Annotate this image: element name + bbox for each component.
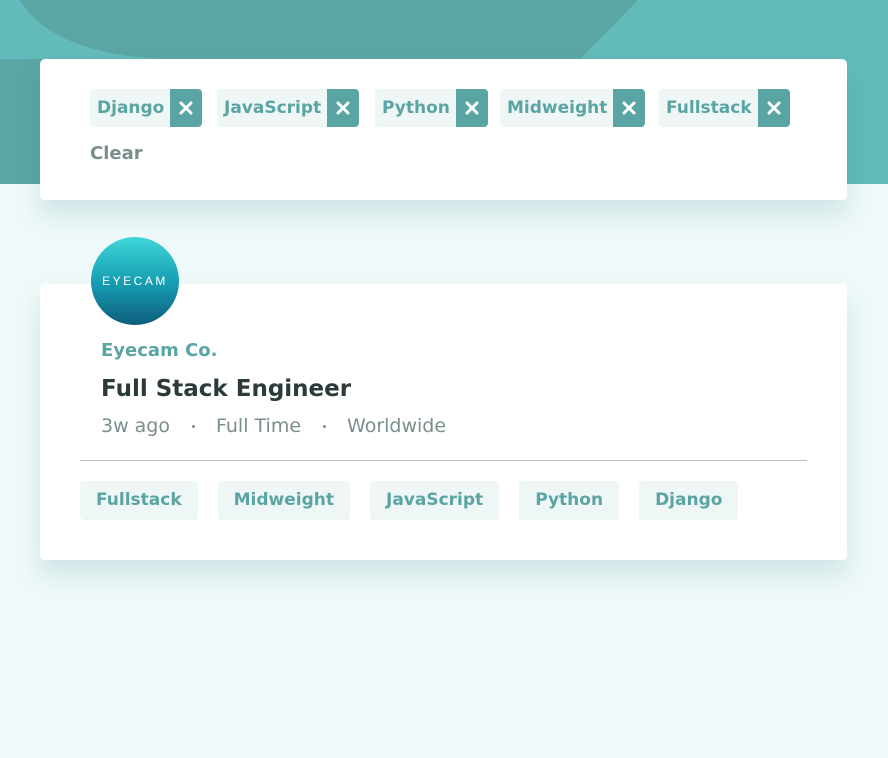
filter-tag-label: Fullstack <box>659 89 758 127</box>
job-tag-django[interactable]: Django <box>639 481 739 520</box>
filter-tag-label: JavaScript <box>217 89 328 127</box>
contract-type: Full Time <box>216 415 302 437</box>
filter-tag-label: Python <box>375 89 456 127</box>
company-logo: EYECAM <box>91 237 179 325</box>
close-icon <box>622 101 636 115</box>
filter-bar: Django JavaScript Python Midweight Fulls… <box>40 59 847 200</box>
remove-filter-button[interactable] <box>613 89 646 127</box>
job-tags: Fullstack Midweight JavaScript Python Dj… <box>80 481 739 520</box>
job-location: Worldwide <box>347 415 447 437</box>
remove-filter-button[interactable] <box>170 89 203 127</box>
filter-tag-label: Django <box>90 89 171 127</box>
remove-filter-button[interactable] <box>455 89 488 127</box>
job-tag-fullstack[interactable]: Fullstack <box>80 481 198 520</box>
remove-filter-button[interactable] <box>327 89 360 127</box>
filter-tag-python[interactable]: Python <box>375 89 488 127</box>
company-name: Eyecam Co. <box>101 340 218 361</box>
filter-tag-django[interactable]: Django <box>90 89 203 127</box>
filter-tag-fullstack[interactable]: Fullstack <box>659 89 790 127</box>
job-tag-python[interactable]: Python <box>519 481 620 520</box>
filter-tag-label: Midweight <box>500 89 614 127</box>
job-title[interactable]: Full Stack Engineer <box>101 376 351 402</box>
clear-filters-button[interactable]: Clear <box>90 143 143 164</box>
company-logo-text: EYECAM <box>102 274 168 288</box>
job-card: Eyecam Co. Full Stack Engineer 3w ago Fu… <box>40 284 847 560</box>
job-meta: 3w ago Full Time Worldwide <box>101 415 446 437</box>
filter-tag-javascript[interactable]: JavaScript <box>217 89 360 127</box>
close-icon <box>179 101 193 115</box>
job-tag-midweight[interactable]: Midweight <box>217 481 350 520</box>
job-tag-javascript[interactable]: JavaScript <box>370 481 500 520</box>
close-icon <box>336 101 350 115</box>
card-divider <box>80 460 807 461</box>
close-icon <box>767 101 781 115</box>
separator-dot <box>323 424 327 428</box>
posted-at: 3w ago <box>101 415 170 437</box>
filter-tag-midweight[interactable]: Midweight <box>500 89 646 127</box>
close-icon <box>465 101 479 115</box>
separator-dot <box>192 424 195 428</box>
remove-filter-button[interactable] <box>757 89 790 127</box>
